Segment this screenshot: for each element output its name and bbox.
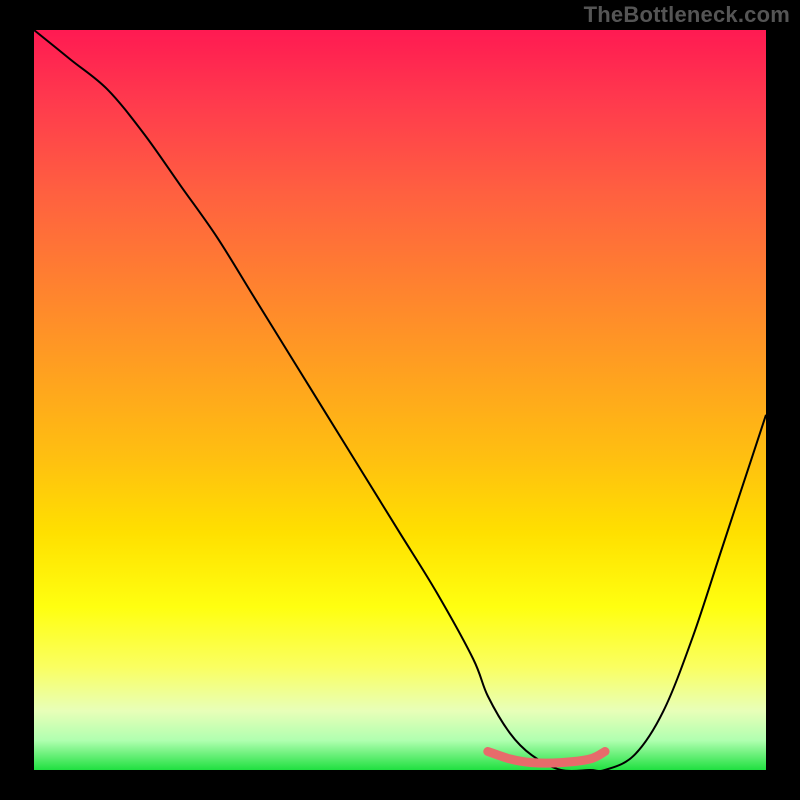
chart-frame: TheBottleneck.com bbox=[0, 0, 800, 800]
bottleneck-curve bbox=[34, 30, 766, 771]
plot-area bbox=[34, 30, 766, 770]
optimal-range-marker bbox=[488, 752, 605, 764]
chart-svg bbox=[34, 30, 766, 770]
watermark-text: TheBottleneck.com bbox=[584, 2, 790, 28]
